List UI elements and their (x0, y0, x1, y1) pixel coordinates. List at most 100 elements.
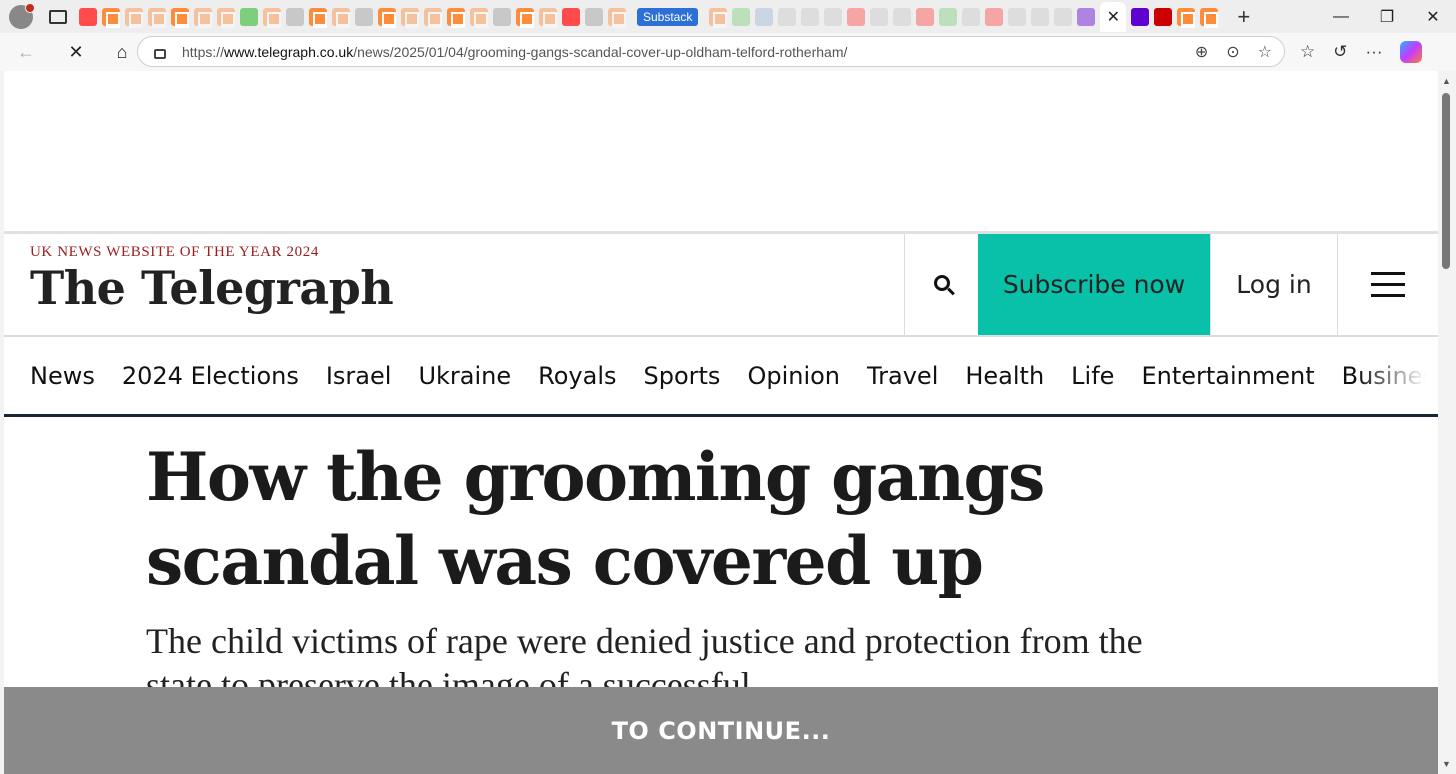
substack-icon[interactable] (332, 7, 350, 28)
copilot-icon[interactable] (1400, 41, 1423, 63)
youtube-icon[interactable] (79, 7, 97, 26)
nav-item-news[interactable]: News (30, 362, 95, 390)
play-icon[interactable] (939, 7, 958, 26)
substack-icon[interactable] (378, 7, 396, 28)
substack-icon[interactable] (709, 7, 728, 28)
search-icon[interactable] (755, 7, 774, 26)
nav-item-ukraine[interactable]: Ukraine (418, 362, 511, 390)
browser-toolbar-right: ☆ ↺ ··· (1300, 33, 1423, 71)
substack-icon[interactable] (309, 7, 327, 28)
page-icon[interactable] (286, 7, 304, 26)
substack-icon[interactable] (102, 7, 120, 28)
substack-icon[interactable] (1177, 7, 1196, 28)
page-icon[interactable] (893, 7, 912, 26)
reader-view-icon[interactable]: ⊙ (1226, 42, 1239, 62)
speaker-icon[interactable] (1031, 7, 1050, 26)
site-info-lock-icon[interactable] (154, 48, 166, 59)
hamburger-menu-button[interactable] (1337, 234, 1437, 335)
continue-label: TO CONTINUE... (611, 716, 831, 745)
avatar-icon[interactable] (801, 7, 820, 26)
address-bar[interactable]: https://www.telegraph.co.uk/news/2025/01… (137, 36, 1285, 67)
substack-icon[interactable] (125, 7, 143, 28)
substack-icon[interactable] (263, 7, 281, 28)
active-tab-close-icon[interactable]: ✕ (1100, 1, 1127, 32)
new-tab-button[interactable]: + (1237, 4, 1250, 30)
history-icon[interactable]: ↺ (1333, 42, 1347, 62)
nav-item-sports[interactable]: Sports (644, 362, 721, 390)
nav-item-entertainment[interactable]: Entertainment (1141, 362, 1314, 390)
favorites-icon[interactable]: ☆ (1300, 42, 1315, 62)
more-menu-icon[interactable]: ··· (1366, 42, 1383, 62)
substack-icon[interactable] (470, 7, 488, 28)
substack-icon[interactable] (424, 7, 442, 28)
url-path: /news/2025/01/04/grooming-gangs-scandal-… (353, 43, 848, 60)
search-icon (933, 274, 950, 291)
cnn-icon[interactable] (1154, 7, 1173, 26)
nav-item-2024-elections[interactable]: 2024 Elections (122, 362, 299, 390)
substack-icon[interactable] (148, 7, 166, 28)
nav-item-israel[interactable]: Israel (326, 362, 392, 390)
page-icon[interactable] (870, 7, 889, 26)
scroll-up-arrow-icon[interactable]: ▲ (1442, 76, 1451, 86)
tab-list: Substack ✕ + (79, 1, 1250, 32)
page-scrollbar[interactable]: ▲ ▼ (1438, 71, 1456, 774)
substack-icon[interactable] (1200, 7, 1219, 28)
subscribe-now-button[interactable]: Subscribe now (978, 234, 1210, 335)
log-in-button[interactable]: Log in (1210, 234, 1337, 335)
zoom-icon[interactable]: ⊕ (1195, 42, 1208, 62)
nav-item-life[interactable]: Life (1071, 362, 1114, 390)
profile-avatar-icon[interactable] (9, 2, 35, 29)
tab-substack[interactable]: Substack (637, 7, 699, 26)
substack-icon[interactable] (217, 7, 235, 28)
lock-icon[interactable] (355, 7, 373, 26)
telegraph-logo[interactable]: The Telegraph (30, 261, 904, 315)
minimize-button[interactable]: — (1318, 8, 1364, 26)
site-masthead: UK NEWS WEBSITE OF THE YEAR 2024 The Tel… (4, 234, 1438, 337)
substack-icon[interactable] (608, 7, 626, 28)
nav-fade-edge (1358, 337, 1438, 414)
substack-icon[interactable] (539, 7, 557, 28)
play-icon[interactable] (240, 7, 258, 26)
page-icon[interactable] (493, 7, 511, 26)
substack-icon[interactable] (171, 7, 189, 28)
home-button[interactable]: ⌂ (104, 42, 140, 63)
substack-icon[interactable] (401, 7, 419, 28)
scrollbar-thumb[interactable] (1442, 93, 1450, 269)
url-actions: ⊕ ⊙ ☆ (1195, 42, 1272, 62)
close-window-button[interactable]: ✕ (1410, 7, 1456, 27)
nav-item-royals[interactable]: Royals (538, 362, 616, 390)
nav-item-health[interactable]: Health (965, 362, 1044, 390)
youtube-icon[interactable] (916, 7, 935, 26)
scroll-down-arrow-icon[interactable]: ▼ (1442, 759, 1451, 769)
yahoo-icon[interactable] (1077, 7, 1096, 26)
site-search-button[interactable] (904, 234, 978, 335)
nav-item-travel[interactable]: Travel (867, 362, 938, 390)
page-viewport: UK NEWS WEBSITE OF THE YEAR 2024 The Tel… (4, 71, 1438, 774)
substack-icon[interactable] (516, 7, 534, 28)
section-nav: News 2024 Elections Israel Ukraine Royals Spo… (4, 337, 1438, 417)
nav-item-opinion[interactable]: Opinion (747, 362, 840, 390)
tab-actions-icon[interactable] (49, 9, 67, 24)
restore-button[interactable]: ❐ (1364, 7, 1410, 27)
substack-icon[interactable] (447, 7, 465, 28)
favorite-star-icon[interactable]: ☆ (1258, 42, 1272, 62)
url-text[interactable]: https://www.telegraph.co.uk/news/2025/01… (182, 44, 847, 60)
continue-overlay[interactable]: TO CONTINUE... (4, 687, 1438, 774)
youtube-icon[interactable] (562, 7, 580, 26)
page-icon[interactable] (824, 7, 843, 26)
yahoo-icon[interactable] (1131, 7, 1150, 26)
stop-loading-button[interactable]: ✕ (58, 42, 94, 63)
page-icon[interactable] (1008, 7, 1027, 26)
substack-icon[interactable] (194, 7, 212, 28)
back-button[interactable]: ← (8, 42, 44, 63)
page-icon[interactable] (1054, 7, 1073, 26)
youtube-icon[interactable] (985, 7, 1004, 26)
play-icon[interactable] (732, 7, 751, 26)
browser-tab-strip: Substack ✕ + — ❐ ✕ (0, 0, 1456, 33)
gp-icon[interactable] (962, 7, 981, 26)
youtube-icon[interactable] (847, 7, 866, 26)
page-icon[interactable] (778, 7, 797, 26)
url-prefix: https:// (182, 43, 225, 60)
gp-icon[interactable] (585, 7, 603, 26)
menu-bar (1370, 283, 1405, 286)
